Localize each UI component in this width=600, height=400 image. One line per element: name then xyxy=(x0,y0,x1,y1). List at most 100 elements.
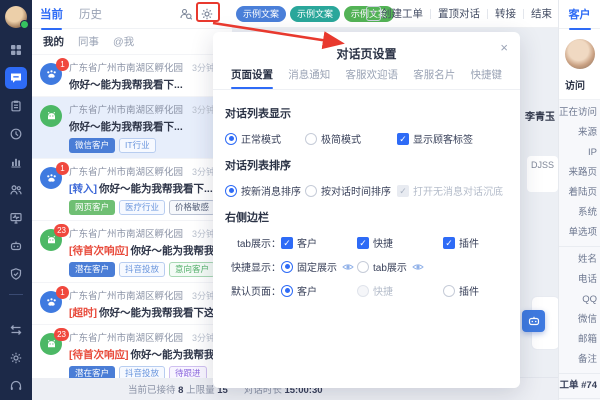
sidebar-stats-icon[interactable] xyxy=(5,151,27,173)
customer-tag: 网页客户 xyxy=(69,200,116,215)
close-icon[interactable]: × xyxy=(500,41,508,54)
radio-option[interactable]: 固定展示 xyxy=(281,259,357,274)
robot-assistant-button[interactable] xyxy=(522,310,545,332)
eye-icon[interactable] xyxy=(342,262,354,272)
sidebar-settings-icon[interactable] xyxy=(5,347,27,369)
user-search-icon[interactable] xyxy=(179,7,193,21)
checkbox-control[interactable]: ✓ xyxy=(397,132,409,145)
agent-avatar[interactable] xyxy=(5,6,29,29)
dialog-tab[interactable]: 页面设置 xyxy=(231,67,273,89)
checkbox-control[interactable]: ✓ xyxy=(443,236,455,249)
served-label: 当前已接待 xyxy=(128,385,176,396)
radio-control[interactable] xyxy=(225,184,237,197)
section-title: 对话列表排序 xyxy=(225,160,291,172)
radio-control[interactable] xyxy=(225,132,237,145)
ticket-item[interactable]: 工单 #74 xyxy=(559,374,600,399)
radio-option[interactable]: 正常模式 xyxy=(225,131,305,146)
conversation-title: 广东省广州市南湖区孵化园 xyxy=(69,229,184,240)
field-label: 姓名 xyxy=(577,254,597,265)
conversation-toolbar: 示例文案 示例文案 示例文案 ··· + 创建工单 置顶对话 转接 结束 xyxy=(232,0,558,28)
action-button[interactable]: 创建工单 xyxy=(381,6,423,21)
customer-name: 李青玉 xyxy=(525,112,555,123)
radio-option[interactable]: tab展示 xyxy=(357,259,443,274)
field-label: 系统 xyxy=(577,207,597,218)
checkbox-option[interactable]: ✓ 快捷 xyxy=(357,235,443,250)
radio-option[interactable]: 极简模式 xyxy=(305,131,397,146)
sample-copy-button[interactable]: 示例文案 xyxy=(236,5,287,22)
checkbox-control[interactable]: ✓ xyxy=(357,236,369,249)
sidebar-monitor-icon[interactable] xyxy=(5,207,27,229)
sidebar-contacts-icon[interactable] xyxy=(5,179,27,201)
chat-tab[interactable]: 历史 xyxy=(79,6,102,22)
dialog-body: 对话列表显示 正常模式 极简模式 ✓ 显示顾客标签 对话列表排序 按新消息排序 按对话时间排序… xyxy=(213,90,520,298)
served-value: 8 xyxy=(178,385,184,396)
sidebar-chat-icon[interactable] xyxy=(5,67,27,89)
unread-badge: 1 xyxy=(56,58,69,71)
action-button[interactable]: 转接 xyxy=(495,6,516,21)
status-prefix: [转入] xyxy=(69,183,97,195)
customer-tag: 潜在客户 xyxy=(69,366,116,378)
conversation-item[interactable]: 23 广东省广州市南湖区孵化园 3分钟前 [待首次响应] 你好～能为我帮我看... 潜在客… xyxy=(32,324,232,378)
dialog-tab[interactable]: 快捷键 xyxy=(471,67,503,89)
radio-control[interactable] xyxy=(443,284,455,297)
option-row: 快捷显示： 固定展示 tab展示 xyxy=(223,259,510,274)
dialog-tab[interactable]: 消息通知 xyxy=(288,67,330,89)
action-button[interactable]: 结束 xyxy=(531,6,552,21)
radio-control[interactable] xyxy=(281,260,293,273)
conversation-item[interactable]: 1 广东省广州市南湖区孵化园 3分钟前 你好～能为我帮我看下... xyxy=(32,54,232,96)
option-label: 显示顾客标签 xyxy=(413,135,473,146)
customer-avatar xyxy=(564,39,595,69)
row-label: 快捷显示： xyxy=(231,263,281,274)
chat-tab[interactable]: 当前 xyxy=(40,6,63,30)
radio-option[interactable]: 插件 xyxy=(443,283,479,298)
tab-visit[interactable]: 访问 xyxy=(559,77,600,100)
radio-option[interactable]: 按对话时间排序 xyxy=(305,183,397,198)
radio-control[interactable] xyxy=(281,284,293,297)
sample-copy-button[interactable]: 示例文案 xyxy=(290,5,341,22)
field-label: 着陆页 xyxy=(568,187,597,198)
sidebar-robot-icon[interactable] xyxy=(5,235,27,257)
radio-control[interactable] xyxy=(357,260,369,273)
sidebar-tasks-icon[interactable] xyxy=(5,95,27,117)
radio-option[interactable]: 按新消息排序 xyxy=(225,183,305,198)
conversation-avatar xyxy=(40,105,62,153)
dialog-tab[interactable]: 客服名片 xyxy=(413,67,455,89)
radio-control[interactable] xyxy=(305,132,317,145)
customer-tags: 微信客户 IT行业 xyxy=(69,138,224,153)
conversation-item[interactable]: 1 广东省广州市南湖区孵化园 3分钟前 [超时] 你好～能为我帮我看下这个... xyxy=(32,282,232,324)
option-label: tab展示 xyxy=(373,263,407,274)
dialog-tab[interactable]: 客服欢迎语 xyxy=(346,67,399,89)
checkbox-option[interactable]: ✓ 插件 xyxy=(443,235,479,250)
filter-tab[interactable]: 我的 xyxy=(43,34,64,49)
more-button[interactable]: ··· xyxy=(350,8,363,19)
option-label: 按对话时间排序 xyxy=(321,187,391,198)
radio-control[interactable] xyxy=(305,184,317,197)
filter-tab[interactable]: 同事 xyxy=(78,34,99,49)
conversation-avatar: 1 xyxy=(40,58,69,91)
filter-tab[interactable]: @我 xyxy=(113,34,134,49)
customer-tag: 意向客户 xyxy=(169,262,216,277)
toolbar-separator xyxy=(523,8,524,19)
field-label: 正在访问 xyxy=(559,107,598,118)
checkbox-option[interactable]: ✓ 显示顾客标签 xyxy=(397,131,473,146)
eye-icon[interactable] xyxy=(412,262,424,272)
conversation-item[interactable]: 1 广东省广州市南湖区孵化园 3分钟前 [转入] 你好～能为我帮我看下... 网页客户 医疗… xyxy=(32,158,232,220)
sidebar-history-icon[interactable] xyxy=(5,123,27,145)
tab-customer[interactable]: 客户 xyxy=(568,6,591,30)
customer-tag: 抖音投放 xyxy=(119,262,166,277)
sidebar-transfer-icon[interactable] xyxy=(5,319,27,341)
radio-option[interactable]: 客户 xyxy=(281,283,357,298)
conversation-item[interactable]: 广东省广州市南湖区孵化园 3分钟前 你好～能为我帮我看下... 微信客户 IT行业 xyxy=(32,96,232,158)
checkbox-control[interactable]: ✓ xyxy=(281,236,293,249)
radio-option: 快捷 xyxy=(357,283,443,298)
checkbox-option[interactable]: ✓ 客户 xyxy=(281,235,357,250)
add-button[interactable]: + xyxy=(366,6,381,21)
contact-info-group: 姓名 电话 QQ 微信 邮箱 备注 xyxy=(559,247,600,374)
conversation-avatar: 23 xyxy=(40,224,69,277)
sidebar-shield-icon[interactable] xyxy=(5,263,27,285)
sidebar-dashboard-icon[interactable] xyxy=(5,39,27,61)
action-button[interactable]: 置顶对话 xyxy=(438,6,480,21)
conversation-item[interactable]: 23 广东省广州市南湖区孵化园 3分钟前 [待首次响应] 你好～能为我帮我看... 潜在客… xyxy=(32,220,232,282)
option-label: 极简模式 xyxy=(321,135,361,146)
sidebar-headset-icon[interactable] xyxy=(5,375,27,397)
